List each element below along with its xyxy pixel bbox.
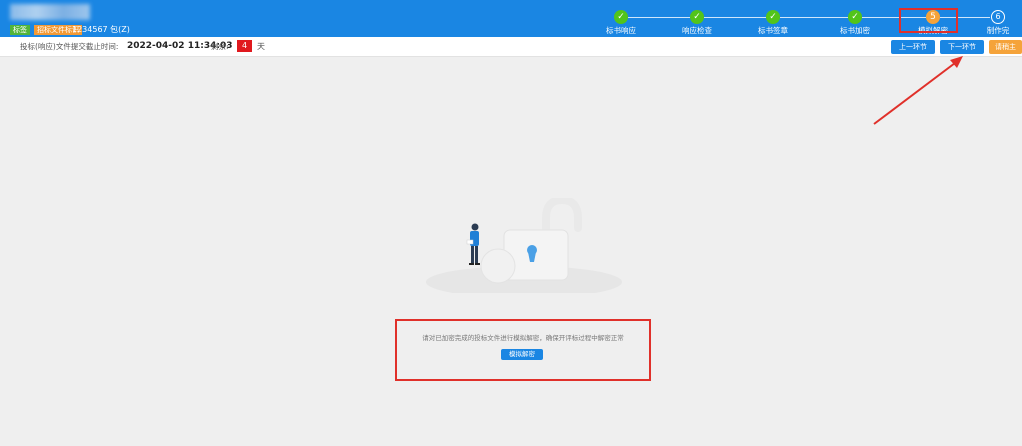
step-connector (628, 17, 690, 18)
remain-label: 剩余: (211, 42, 229, 51)
step-connector (780, 17, 848, 18)
lock-illustration (426, 198, 622, 293)
deadline-label: 投标(响应)文件提交截止时间: (20, 42, 119, 51)
remain-unit: 天 (257, 42, 265, 51)
step-number: 6 (991, 10, 1005, 24)
step-label[interactable]: 响应检查 (667, 26, 727, 36)
check-icon: ✓ (690, 10, 704, 24)
top-header-bar: 标签 招标文件标识 1234567 包(Z) ✓ 标书响应 ✓ 响应检查 ✓ 标… (0, 0, 1022, 37)
step-label[interactable]: 标书响应 (591, 26, 651, 36)
step-connector (704, 17, 766, 18)
remain-days-badge: 4 (237, 40, 252, 52)
check-icon: ✓ (766, 10, 780, 24)
submit-button[interactable]: 请稍主 (989, 40, 1022, 54)
annotation-box-notice (395, 319, 651, 381)
next-step-button[interactable]: 下一环节 (940, 40, 984, 54)
check-icon: ✓ (848, 10, 862, 24)
step-label[interactable]: 标书签章 (743, 26, 803, 36)
check-icon: ✓ (614, 10, 628, 24)
step-label[interactable]: 制作完 (968, 26, 1022, 36)
step-label[interactable]: 标书加密 (825, 26, 885, 36)
deadline-bar: 投标(响应)文件提交截止时间: 2022-04-02 11:34:03 剩余: … (0, 37, 1022, 57)
annotation-box-current-step (899, 8, 958, 33)
progress-steps: ✓ 标书响应 ✓ 响应检查 ✓ 标书签章 ✓ 标书加密 5 模拟解密 6 制作完 (0, 0, 1022, 37)
prev-step-button[interactable]: 上一环节 (891, 40, 935, 54)
